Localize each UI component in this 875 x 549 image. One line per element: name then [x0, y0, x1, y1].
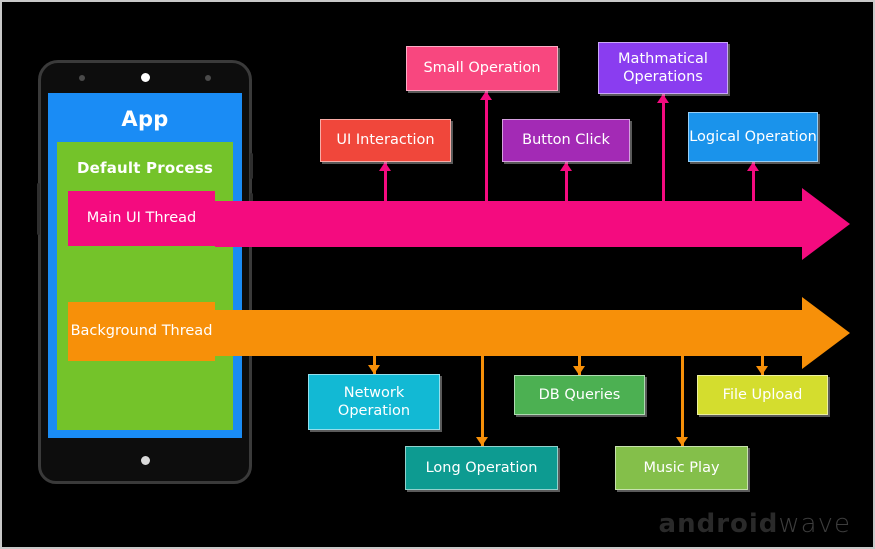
watermark-bold-text: android [658, 509, 779, 539]
ui-interaction-box: UI Interaction [320, 119, 451, 162]
phone-home-indicator [141, 456, 150, 465]
long-operation-arrowhead-icon [476, 437, 488, 446]
main-ui-thread-label: Main UI Thread [68, 191, 215, 246]
long-operation-connector-line [481, 356, 484, 446]
button-click-arrowhead-icon [560, 162, 572, 171]
music-play-box: Music Play [615, 446, 748, 490]
mathmatical-operations-box: Mathmatical Operations [598, 42, 728, 94]
small-operation-arrowhead-icon [480, 91, 492, 100]
file-upload-box: File Upload [697, 375, 828, 415]
main-ui-thread-arrow [215, 188, 850, 260]
default-process-block: Default Process [57, 142, 233, 430]
watermark: androidwave [659, 509, 851, 539]
ui-interaction-arrowhead-icon [379, 162, 391, 171]
mathmatical-operations-arrowhead-icon [657, 94, 669, 103]
network-operation-box: Network Operation [308, 374, 440, 430]
background-thread-label: Background Thread [68, 302, 215, 361]
music-play-connector-line [681, 356, 684, 446]
diagram-canvas: App Default Process Small Operation Mathm… [0, 0, 875, 549]
logical-operation-box: Logical Operation [688, 112, 818, 162]
button-click-box: Button Click [502, 119, 630, 162]
logical-operation-arrowhead-icon [747, 162, 759, 171]
phone-sensor-dot-left [79, 75, 85, 81]
watermark-light-text: wave [778, 509, 851, 539]
phone-volume-button [37, 183, 40, 235]
music-play-arrowhead-icon [676, 437, 688, 446]
small-operation-box: Small Operation [406, 46, 558, 91]
mathmatical-operations-connector-line [662, 94, 665, 201]
default-process-label: Default Process [76, 159, 214, 177]
phone-power-button [250, 153, 253, 179]
background-thread-arrow [215, 297, 850, 369]
phone-camera-icon [141, 73, 150, 82]
long-operation-box: Long Operation [405, 446, 558, 490]
app-title: App [121, 107, 169, 131]
small-operation-connector-line [485, 91, 488, 201]
phone-sensor-dot-right [205, 75, 211, 81]
db-queries-box: DB Queries [514, 375, 645, 415]
